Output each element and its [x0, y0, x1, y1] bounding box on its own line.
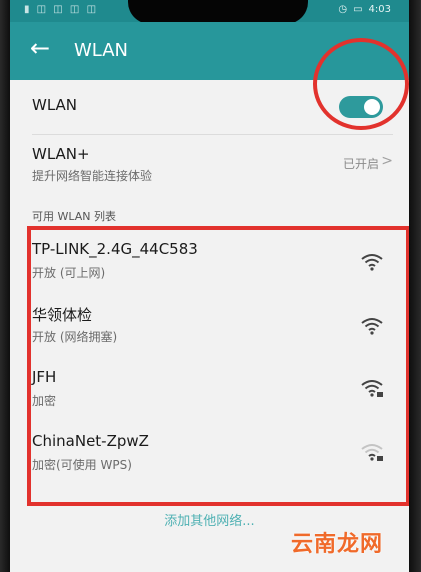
wlan-label: WLAN [32, 96, 78, 114]
status-time: 4:03 [368, 4, 391, 15]
wlan-plus-subtitle: 提升网络智能连接体验 [32, 169, 153, 183]
chevron-right-icon: > [381, 153, 393, 169]
status-right-group: ◷ ▭ 4:03 [338, 4, 391, 15]
phone-bezel-right [409, 0, 421, 572]
highlight-box [27, 226, 409, 506]
alarm-icon: ◷ [338, 4, 348, 15]
back-arrow-icon[interactable]: ← [30, 36, 50, 60]
phone-bezel-left [0, 0, 10, 572]
wlan-plus-status: 已开启 [342, 157, 379, 171]
section-header: 可用 WLAN 列表 [32, 210, 117, 223]
wlan-plus-title: WLAN+ [32, 145, 90, 163]
status-notification-icons: ▮ ◫ ◫ ◫ ◫ [24, 4, 99, 15]
watermark-logo: 云南龙网 [290, 532, 383, 557]
highlight-circle [313, 38, 409, 130]
page-title: WLAN [74, 40, 129, 61]
phone-screen: ▮ ◫ ◫ ◫ ◫ ◷ ▭ 4:03 ← WLAN WLAN WLAN+ 提升网… [10, 0, 409, 572]
camera-notch [128, 0, 308, 24]
battery-icon: ▭ [353, 4, 363, 15]
